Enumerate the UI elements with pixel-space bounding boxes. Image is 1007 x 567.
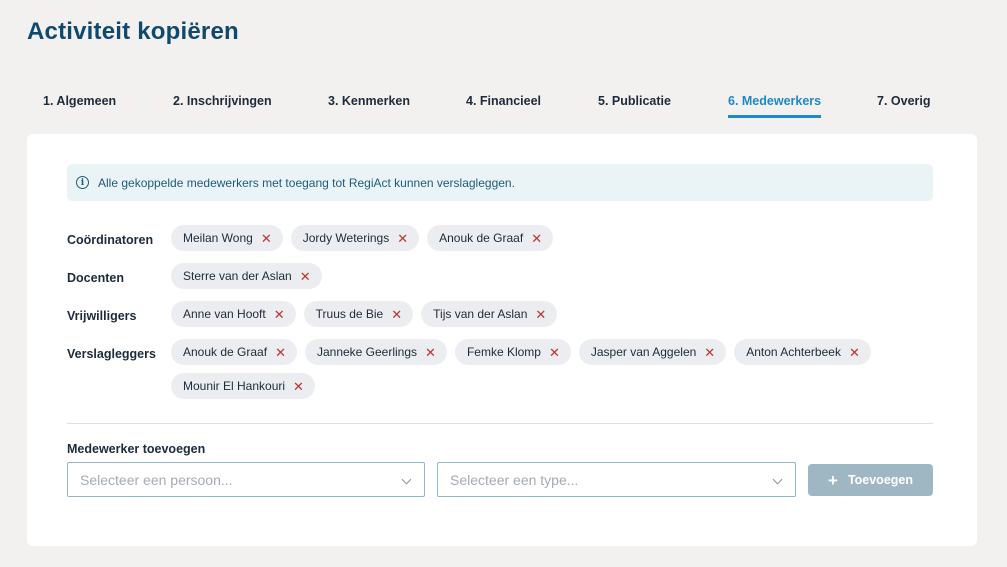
chips-vrijwilligers: Anne van Hooft ✕ Truus de Bie ✕ Tijs van d… bbox=[171, 301, 891, 327]
page-title: Activiteit kopiëren bbox=[27, 18, 239, 45]
person-chip: Femke Klomp ✕ bbox=[454, 339, 571, 365]
type-select[interactable]: Selecteer een type... bbox=[437, 462, 796, 497]
person-chip: Anne van Hooft ✕ bbox=[171, 301, 296, 327]
tab-overig[interactable]: 7. Overig bbox=[877, 94, 931, 118]
chevron-down-icon bbox=[772, 474, 783, 485]
remove-icon[interactable]: ✕ bbox=[275, 346, 286, 359]
tab-kenmerken[interactable]: 3. Kenmerken bbox=[328, 94, 410, 118]
chip-name: Mounir El Hankouri bbox=[183, 379, 286, 393]
remove-icon[interactable]: ✕ bbox=[300, 270, 311, 283]
person-chip: Jasper van Aggelen ✕ bbox=[578, 339, 727, 365]
tab-algemeen[interactable]: 1. Algemeen bbox=[43, 94, 116, 118]
remove-icon[interactable]: ✕ bbox=[293, 380, 304, 393]
chip-name: Meilan Wong bbox=[183, 231, 253, 245]
remove-icon[interactable]: ✕ bbox=[849, 346, 860, 359]
chip-name: Sterre van der Aslan bbox=[183, 269, 292, 283]
chip-name: Jordy Weterings bbox=[302, 231, 390, 245]
chip-name: Anton Achterbeek bbox=[746, 345, 841, 359]
chip-name: Anouk de Graaf bbox=[439, 231, 524, 245]
group-label-verslagleggers: Verslagleggers bbox=[67, 347, 156, 361]
person-chip: Janneke Geerlings ✕ bbox=[304, 339, 447, 365]
tab-publicatie[interactable]: 5. Publicatie bbox=[598, 94, 671, 118]
remove-icon[interactable]: ✕ bbox=[274, 308, 285, 321]
person-chip: Sterre van der Aslan ✕ bbox=[171, 263, 322, 289]
remove-icon[interactable]: ✕ bbox=[704, 346, 715, 359]
person-chip: Jordy Weterings ✕ bbox=[290, 225, 420, 251]
tab-bar: 1. Algemeen 2. Inschrijvingen 3. Kenmerk… bbox=[0, 94, 1007, 120]
add-employee-label: Medewerker toevoegen bbox=[67, 442, 206, 456]
plus-icon: + bbox=[828, 470, 838, 490]
tab-financieel[interactable]: 4. Financieel bbox=[466, 94, 541, 118]
person-chip: Anouk de Graaf ✕ bbox=[171, 339, 297, 365]
remove-icon[interactable]: ✕ bbox=[535, 308, 546, 321]
remove-icon[interactable]: ✕ bbox=[549, 346, 560, 359]
remove-icon[interactable]: ✕ bbox=[425, 346, 436, 359]
info-text: Alle gekoppelde medewerkers met toegang … bbox=[98, 175, 515, 190]
chip-name: Janneke Geerlings bbox=[316, 345, 418, 359]
tab-inschrijvingen[interactable]: 2. Inschrijvingen bbox=[173, 94, 272, 118]
person-chip: Anton Achterbeek ✕ bbox=[734, 339, 871, 365]
add-button[interactable]: + Toevoegen bbox=[808, 464, 933, 496]
info-icon: i bbox=[76, 176, 89, 189]
remove-icon[interactable]: ✕ bbox=[261, 232, 272, 245]
person-chip: Mounir El Hankouri ✕ bbox=[171, 373, 315, 399]
chip-name: Jasper van Aggelen bbox=[590, 345, 697, 359]
chips-docenten: Sterre van der Aslan ✕ bbox=[171, 263, 891, 289]
divider bbox=[67, 423, 933, 424]
person-chip: Truus de Bie ✕ bbox=[303, 301, 414, 327]
chevron-down-icon bbox=[401, 474, 412, 485]
chips-verslagleggers: Anouk de Graaf ✕ Janneke Geerlings ✕ Femke… bbox=[171, 339, 891, 399]
tab-medewerkers[interactable]: 6. Medewerkers bbox=[728, 94, 822, 118]
chip-name: Femke Klomp bbox=[466, 345, 541, 359]
group-label-coordinatoren: Coördinatoren bbox=[67, 233, 154, 247]
chips-coordinatoren: Meilan Wong ✕ Jordy Weterings ✕ Anouk de G… bbox=[171, 225, 891, 251]
person-chip: Tijs van der Aslan ✕ bbox=[421, 301, 558, 327]
chip-name: Truus de Bie bbox=[315, 307, 384, 321]
info-banner: i Alle gekoppelde medewerkers met toegan… bbox=[67, 164, 933, 201]
remove-icon[interactable]: ✕ bbox=[531, 232, 542, 245]
chip-name: Anouk de Graaf bbox=[183, 345, 268, 359]
type-select-placeholder: Selecteer een type... bbox=[450, 471, 579, 488]
remove-icon[interactable]: ✕ bbox=[397, 232, 408, 245]
person-select-placeholder: Selecteer een persoon... bbox=[80, 471, 233, 488]
add-button-label: Toevoegen bbox=[847, 473, 913, 487]
medewerkers-card: i Alle gekoppelde medewerkers met toegan… bbox=[27, 134, 977, 546]
person-select[interactable]: Selecteer een persoon... bbox=[67, 462, 425, 497]
group-label-docenten: Docenten bbox=[67, 271, 124, 285]
remove-icon[interactable]: ✕ bbox=[391, 308, 402, 321]
person-chip: Meilan Wong ✕ bbox=[171, 225, 283, 251]
chip-name: Tijs van der Aslan bbox=[433, 307, 528, 321]
chip-name: Anne van Hooft bbox=[183, 307, 266, 321]
group-label-vrijwilligers: Vrijwilligers bbox=[67, 309, 137, 323]
person-chip: Anouk de Graaf ✕ bbox=[427, 225, 554, 251]
